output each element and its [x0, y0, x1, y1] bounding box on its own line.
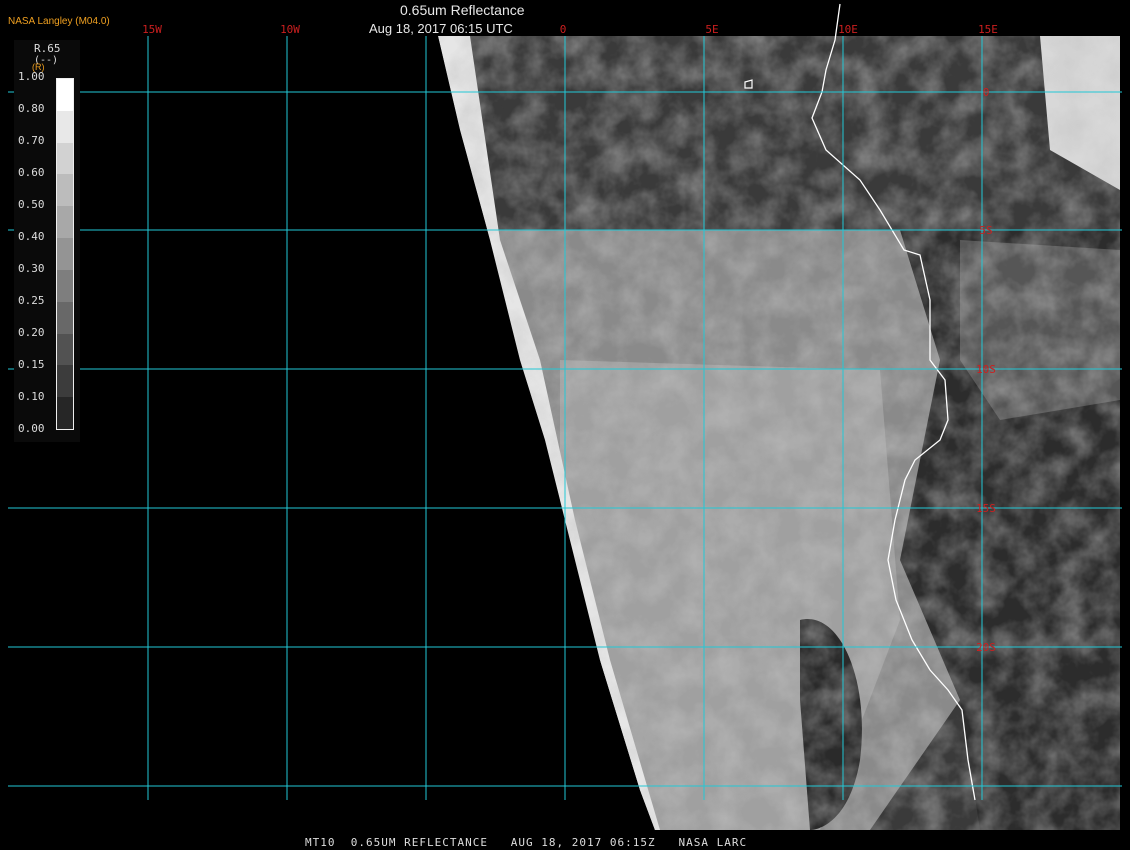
- legend-swatch: [57, 333, 73, 366]
- legend-tick-label: 0.70: [18, 134, 45, 147]
- legend-tick-label: 0.60: [18, 166, 45, 179]
- legend-swatch: [57, 206, 73, 239]
- legend-swatch: [57, 79, 73, 111]
- legend-swatch: [57, 269, 73, 302]
- longitude-label: 10W: [280, 23, 300, 36]
- legend-swatch: [57, 174, 73, 207]
- legend-tick-label: 0.30: [18, 262, 45, 275]
- legend-tick-label: 0.00: [18, 422, 45, 435]
- legend-swatch: [57, 110, 73, 143]
- footer-caption: MT10 0.65UM REFLECTANCE AUG 18, 2017 06:…: [305, 836, 748, 849]
- legend-swatch: [57, 301, 73, 334]
- longitude-label: 15W: [142, 23, 162, 36]
- legend-tick-label: 0.40: [18, 230, 45, 243]
- longitude-label: 0: [560, 23, 567, 36]
- latitude-label: 20S: [976, 641, 996, 654]
- longitude-label: 15E: [978, 23, 998, 36]
- legend-tick-label: 0.80: [18, 102, 45, 115]
- legend-color-bar: [56, 78, 74, 430]
- legend-swatch: [57, 142, 73, 175]
- latitude-label: 10S: [976, 363, 996, 376]
- longitude-label: 10E: [838, 23, 858, 36]
- latitude-label: 0: [983, 86, 990, 99]
- image-title: 0.65um Reflectance: [400, 2, 525, 18]
- latitude-label: 15S: [976, 502, 996, 515]
- latitude-label: 5S: [979, 224, 992, 237]
- legend-tick-label: 0.50: [18, 198, 45, 211]
- satellite-map: 15W 10W 0 5E 10E 15E 0 5S 10S 15S 20S: [0, 0, 1130, 850]
- legend-tick-label: 0.25: [18, 294, 45, 307]
- legend-swatch: [57, 365, 73, 398]
- legend-tick-label: 0.10: [18, 390, 45, 403]
- legend-tick-label: 0.15: [18, 358, 45, 371]
- organization-label: NASA Langley (M04.0): [8, 16, 110, 27]
- longitude-label: 5E: [705, 23, 718, 36]
- image-datetime: Aug 18, 2017 06:15 UTC: [369, 21, 513, 36]
- legend-swatch: [57, 397, 73, 429]
- legend-tick-label: 0.20: [18, 326, 45, 339]
- legend-name: R.65: [34, 42, 61, 55]
- color-legend: R.65 (--) (R) 1.00 0.80 0.70 0.60 0.50 0.40 0.…: [14, 40, 80, 442]
- legend-swatch: [57, 238, 73, 270]
- legend-tick-label: 1.00: [18, 70, 45, 83]
